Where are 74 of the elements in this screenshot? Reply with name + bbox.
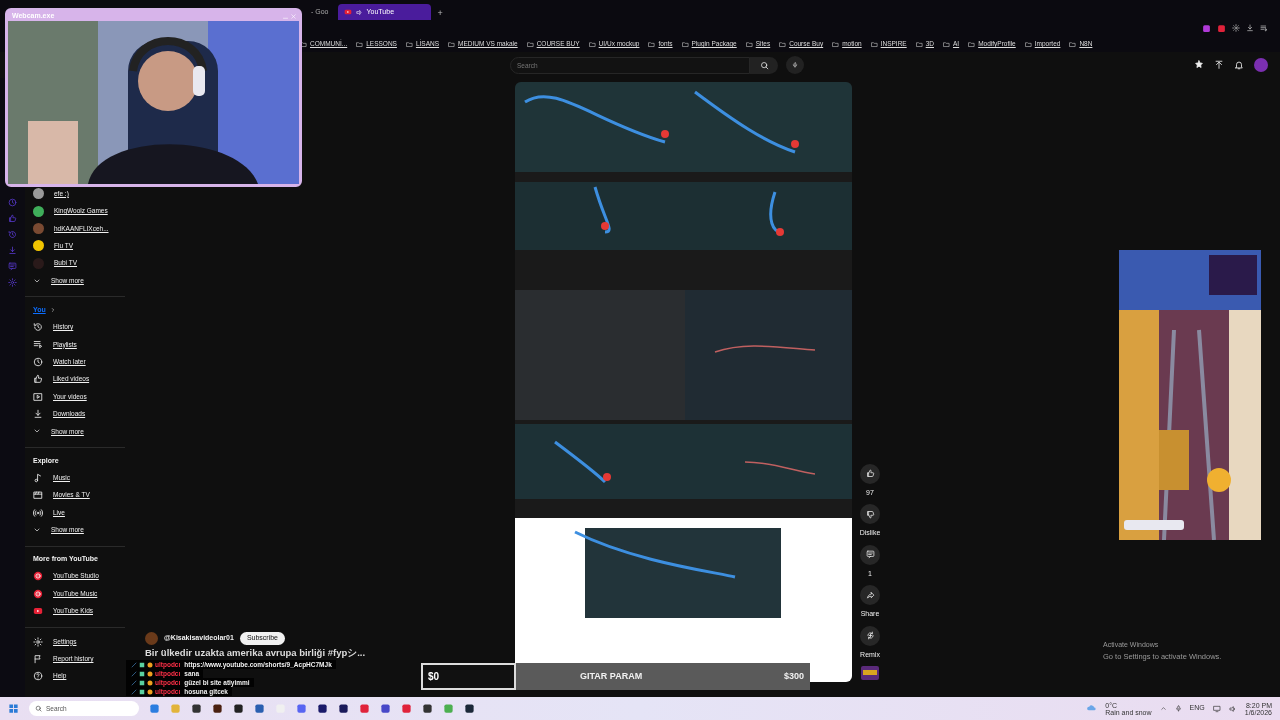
mic-icon[interactable] <box>1174 705 1182 712</box>
app-icon[interactable] <box>422 703 433 714</box>
app-icon[interactable] <box>380 703 391 714</box>
app-icon[interactable] <box>233 703 244 714</box>
folder-icon <box>1069 40 1077 48</box>
remix-button[interactable] <box>860 625 880 646</box>
folder-icon <box>943 40 950 48</box>
settings-icon <box>33 636 43 647</box>
monitor-icon[interactable] <box>1212 704 1221 713</box>
thumbs-up-icon <box>33 374 43 385</box>
folder-icon <box>526 40 534 48</box>
app-icon[interactable] <box>191 703 202 714</box>
donation-amount: $0 <box>421 663 516 690</box>
flag-icon <box>33 653 43 664</box>
folder-icon <box>300 40 307 48</box>
search-icon <box>759 60 769 70</box>
comment-button[interactable] <box>860 544 880 565</box>
history-icon <box>33 322 43 333</box>
share-icon <box>865 590 875 600</box>
create-icon[interactable] <box>1194 60 1204 70</box>
help-icon <box>33 671 43 682</box>
thumbs-down-icon <box>865 509 875 519</box>
folder-icon <box>356 40 364 48</box>
download-icon <box>33 409 43 419</box>
remix-icon <box>865 631 875 640</box>
app-icon[interactable] <box>338 703 349 714</box>
like-button[interactable] <box>860 463 880 484</box>
new-tab-button[interactable]: + <box>433 6 447 20</box>
speaker-icon[interactable] <box>1228 704 1237 713</box>
folder-icon <box>968 40 976 48</box>
folder-icon <box>779 40 787 48</box>
short-title: Bir ülkedir uzakta amerika avrupa birliği #fypシ... <box>145 647 366 659</box>
folder-icon <box>588 40 596 48</box>
folder-icon <box>405 40 413 48</box>
dislike-button[interactable] <box>860 504 880 524</box>
thumbs-up-icon <box>865 469 875 478</box>
search-button[interactable] <box>750 56 778 74</box>
app-icon[interactable] <box>464 703 475 714</box>
folder-icon <box>745 40 753 48</box>
bell-icon[interactable] <box>1234 60 1244 70</box>
menu-icon[interactable] <box>1260 24 1268 32</box>
windows-icon[interactable] <box>8 703 19 714</box>
play-circle-icon <box>33 571 43 582</box>
play-circle-icon <box>33 588 43 599</box>
folder-icon <box>448 40 456 48</box>
comment-icon <box>865 550 875 559</box>
video-icon <box>33 391 43 402</box>
folder-icon <box>870 40 878 48</box>
playlist-icon <box>33 339 43 350</box>
broadcast-icon <box>33 507 43 518</box>
chevron-right-icon <box>49 307 56 314</box>
app-icon[interactable] <box>317 703 328 714</box>
chevron-up-icon[interactable] <box>1159 705 1167 712</box>
play-icon <box>33 606 43 617</box>
channel-avatar <box>145 632 158 645</box>
folder-icon <box>648 40 656 48</box>
search-icon <box>35 705 42 712</box>
folder-icon <box>915 40 923 48</box>
folder-icon <box>1024 40 1032 48</box>
folder-icon <box>832 40 840 48</box>
clapperboard-icon <box>33 490 43 501</box>
youtube-icon <box>343 8 352 16</box>
goal-amount: $300 <box>783 669 804 683</box>
mic-icon <box>792 61 798 69</box>
speaker-icon <box>355 8 363 16</box>
upload-icon[interactable] <box>1214 60 1224 70</box>
folder-icon <box>681 40 689 48</box>
app-icon[interactable] <box>212 703 223 714</box>
mic-button[interactable] <box>786 56 804 74</box>
share-button[interactable] <box>860 585 880 605</box>
clock-icon <box>33 356 43 367</box>
goal-label: GITAR PARAM <box>580 669 643 683</box>
avatar[interactable] <box>1254 58 1268 72</box>
music-note-icon <box>33 472 43 483</box>
